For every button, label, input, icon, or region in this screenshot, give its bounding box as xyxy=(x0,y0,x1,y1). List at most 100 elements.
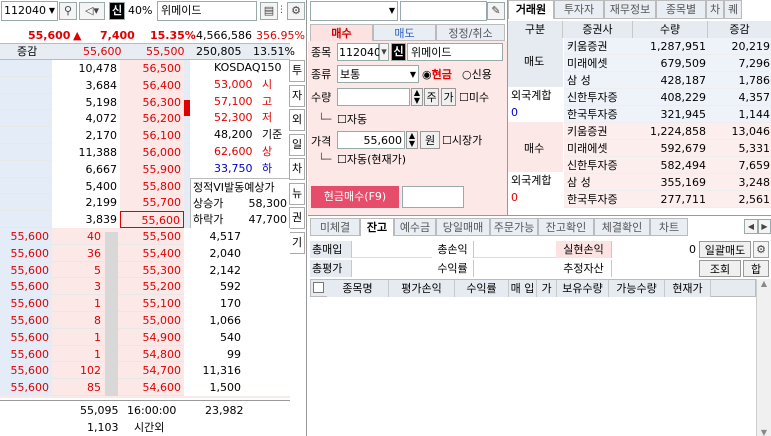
bid-price[interactable]: 55,100 xyxy=(120,295,184,312)
ask-price[interactable]: 55,700 xyxy=(120,194,184,212)
broker-tab[interactable]: 차 xyxy=(706,0,724,19)
broker-tab[interactable]: 거래원 xyxy=(508,0,554,19)
account-select[interactable]: ▼ xyxy=(310,1,398,21)
bid-row[interactable]: 55,600 8 55,000 1,066 xyxy=(0,312,290,329)
side-tab[interactable]: 외 xyxy=(289,109,305,131)
bid-price[interactable]: 54,900 xyxy=(120,329,184,346)
price-input[interactable]: 55,600 xyxy=(337,131,405,149)
won-button[interactable]: 원 xyxy=(420,131,440,149)
balance-tab[interactable]: 잔고확인 xyxy=(538,218,594,236)
bid-row[interactable]: 55,600 36 55,400 2,040 xyxy=(0,244,290,262)
order-code-input[interactable]: 112040 xyxy=(337,43,381,61)
bid-row[interactable]: 55,600 85 54,600 1,500 xyxy=(0,379,290,397)
broker-tab[interactable]: 종목별 xyxy=(656,0,706,19)
holdings-scrollbar[interactable]: ▲ ▼ xyxy=(756,279,771,436)
tab-sell[interactable]: 매도 xyxy=(373,24,436,41)
side-tab[interactable]: 자 xyxy=(289,84,305,107)
broker-row: 한국투자증 321,945 1,144 xyxy=(564,106,771,123)
balance-tab[interactable]: 미체결 xyxy=(310,218,360,236)
bid-row[interactable]: 55,600 3 55,200 592 xyxy=(0,278,290,296)
auto-current-price-checkbox[interactable]: ☐자동(현재가) xyxy=(337,151,406,168)
stock-code-input[interactable]: 112040 ▼ xyxy=(1,1,58,21)
password-input[interactable] xyxy=(400,1,487,21)
edit-icon[interactable]: ✎ xyxy=(487,2,505,20)
current-price: 55,600 xyxy=(28,29,71,42)
ask-price[interactable]: 56,000 xyxy=(120,144,184,161)
broker-tab[interactable]: 퀘 xyxy=(724,0,742,19)
ask-price[interactable]: 56,500 xyxy=(120,60,184,77)
select-all-checkbox[interactable] xyxy=(313,282,324,293)
side-tab[interactable]: 기 xyxy=(289,231,305,254)
side-tab[interactable]: 뉴 xyxy=(289,182,305,205)
tab-right-icon[interactable]: ▶ xyxy=(758,219,771,234)
bid-price[interactable]: 55,300 xyxy=(120,262,184,279)
broker-tabs: 거래원 투자자 재무정보 종목별 차 퀘 xyxy=(508,0,771,20)
order-type-select[interactable]: 보통 ▼ xyxy=(337,65,419,83)
ask-price[interactable]: 55,600 xyxy=(120,211,184,229)
broker-tab[interactable]: 재무정보 xyxy=(604,0,656,19)
broker-tab[interactable]: 투자자 xyxy=(554,0,604,19)
ask-price[interactable]: 55,900 xyxy=(120,160,184,178)
search-icon[interactable]: ⚲ xyxy=(59,2,77,20)
link-icon[interactable]: ⋮ xyxy=(277,2,286,20)
broker-row: 신한투자증 582,494 7,659 xyxy=(564,157,771,174)
price-info-label: 상 xyxy=(262,145,273,158)
ask-price[interactable]: 56,100 xyxy=(120,127,184,145)
ask-price[interactable]: 56,300 xyxy=(120,93,184,111)
cash-buy-button[interactable]: 현금매수(F9) xyxy=(311,186,399,208)
side-tab[interactable]: 투 xyxy=(289,60,305,82)
ju-button[interactable]: 주 xyxy=(424,88,439,106)
settings-gear-icon[interactable]: ⚙ xyxy=(753,241,769,258)
bid-price[interactable]: 54,600 xyxy=(120,379,184,396)
dropdown-icon[interactable]: ▾ xyxy=(379,43,389,61)
cash-radio[interactable]: ◉현금 xyxy=(422,66,452,83)
bid-price[interactable]: 54,700 xyxy=(120,362,184,379)
balance-tab[interactable]: 당일매매 xyxy=(436,218,490,236)
bid-row[interactable]: 55,600 1 54,800 99 xyxy=(0,345,290,363)
bid-volume: 540 xyxy=(184,328,244,346)
bid-blank xyxy=(244,295,290,313)
scrollbar[interactable] xyxy=(105,232,118,396)
auto-checkbox[interactable]: ☐자동 xyxy=(337,111,367,128)
balance-tab[interactable]: 체결확인 xyxy=(594,218,650,236)
market-price-checkbox[interactable]: ☐시장가 xyxy=(442,132,482,149)
bid-price[interactable]: 55,500 xyxy=(120,228,184,245)
side-tab[interactable]: 권 xyxy=(289,207,305,229)
side-tab[interactable]: 일 xyxy=(289,133,305,156)
ask-price[interactable]: 55,800 xyxy=(120,177,184,195)
quantity-stepper[interactable]: ▲ ▼ xyxy=(411,88,423,106)
bid-price[interactable]: 55,200 xyxy=(120,278,184,295)
balance-tab[interactable]: 차트 xyxy=(650,218,688,236)
window-icon[interactable]: ▤ xyxy=(260,2,278,20)
credit-radio[interactable]: ○신용 xyxy=(462,66,492,83)
bid-price[interactable]: 55,000 xyxy=(120,312,184,329)
tab-left-icon[interactable]: ◀ xyxy=(744,219,758,234)
ask-price[interactable]: 56,200 xyxy=(120,110,184,128)
balance-tab[interactable]: 주문가능 xyxy=(490,218,538,236)
order-memo-field[interactable] xyxy=(402,186,464,208)
bid-price[interactable]: 54,800 xyxy=(120,346,184,363)
sum-button[interactable]: 합 xyxy=(743,260,769,277)
ga-button[interactable]: 가 xyxy=(441,88,456,106)
bid-row[interactable]: 55,600 40 55,500 4,517 xyxy=(0,228,290,245)
tab-modify[interactable]: 정정/취소 xyxy=(436,24,505,41)
ask-quantity: 10,478 xyxy=(52,60,120,77)
balance-tab[interactable]: 예수금 xyxy=(394,218,436,236)
query-button[interactable]: 조회 xyxy=(699,260,741,277)
balance-tab[interactable]: 잔고 xyxy=(360,218,394,236)
ask-price[interactable]: 56,400 xyxy=(120,76,184,94)
misu-checkbox[interactable]: ☐미수 xyxy=(459,89,489,106)
speaker-icon[interactable]: ◁▾ xyxy=(79,2,105,20)
broker-rows: 키움증권 1,287,951 20,219 미래에셋 679,509 7,296 삼 성 42… xyxy=(564,38,771,208)
quantity-input[interactable] xyxy=(337,88,410,106)
bid-row[interactable]: 55,600 5 55,300 2,142 xyxy=(0,261,290,279)
bid-price[interactable]: 55,400 xyxy=(120,245,184,262)
bulk-sell-button[interactable]: 일괄매도 xyxy=(699,241,751,258)
bid-row[interactable]: 55,600 1 55,100 170 xyxy=(0,295,290,313)
side-tab[interactable]: 차 xyxy=(289,158,305,180)
bid-row[interactable]: 55,600 102 54,700 11,316 xyxy=(0,362,290,380)
price-stepper[interactable]: ▲ ▼ xyxy=(406,131,418,149)
bid-row[interactable]: 55,600 1 54,900 540 xyxy=(0,328,290,346)
tab-buy[interactable]: 매수 xyxy=(310,24,373,41)
gear-icon[interactable]: ⚙ xyxy=(287,2,305,20)
